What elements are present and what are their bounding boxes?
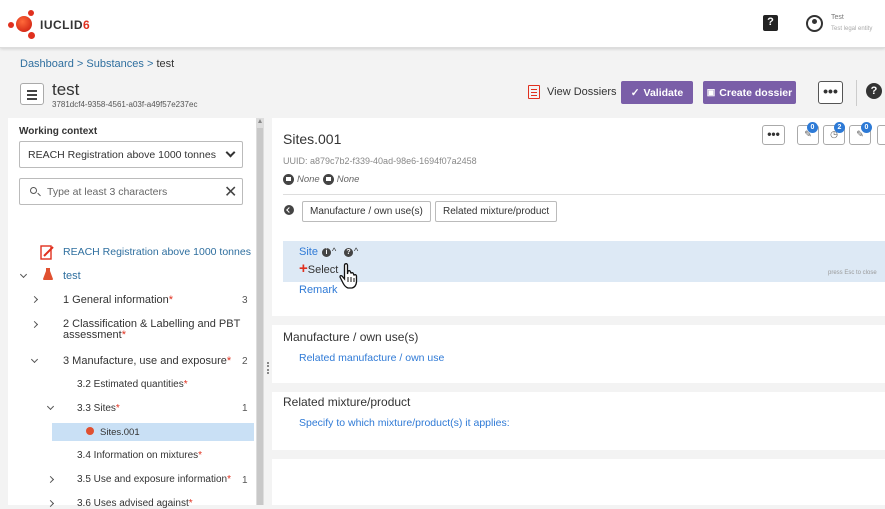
tree-count: 2 — [242, 356, 248, 367]
back-icon[interactable] — [284, 205, 294, 215]
validate-button[interactable]: ✓ Validate — [621, 81, 693, 104]
help-icon[interactable]: ? — [344, 248, 353, 257]
view-dossiers-button[interactable]: View Dossiers — [547, 86, 617, 98]
user-name[interactable]: Test — [831, 14, 844, 21]
caret-up-icon[interactable]: ^ — [354, 246, 358, 256]
breadcrumb: Dashboard > Substances > test — [20, 58, 175, 70]
section-gap — [272, 450, 885, 459]
tree-item-classification-labelling[interactable]: 2 Classification & Labelling and PBT asse… — [63, 319, 240, 341]
document-panel — [272, 118, 885, 505]
tree-count: 1 — [242, 475, 248, 486]
substance-icon — [43, 268, 53, 280]
history-badge: 2 — [834, 122, 845, 133]
tab-related-mixture-product[interactable]: Related mixture/product — [435, 201, 558, 222]
navigation-scrollbar[interactable] — [256, 118, 264, 505]
clear-icon[interactable]: ✕ — [224, 182, 237, 202]
plus-icon: + — [299, 260, 308, 277]
tree-item-sites-001[interactable] — [52, 423, 254, 441]
top-bar: IUCLID6 ? Test Test legal entity — [0, 0, 885, 48]
toolbar-extra-button[interactable] — [877, 125, 885, 145]
search-icon — [30, 187, 37, 194]
hand-cursor-icon — [339, 263, 358, 289]
section-related-mixture-product-title: Related mixture/product — [283, 395, 411, 409]
logo-text: IUCLID6 — [40, 18, 91, 32]
document-title: Sites.001 — [283, 131, 342, 147]
search-input[interactable]: Type at least 3 characters ✕ — [19, 178, 243, 205]
related-manufacture-own-use-field[interactable]: Related manufacture / own use — [299, 352, 444, 364]
substance-uuid: 3781dcf4-9358-4561-a03f-a49f57e237ec — [52, 100, 198, 109]
document-uuid: UUID: a879c7b2-f339-40ad-98e6-1694f07a24… — [283, 156, 477, 166]
help-icon[interactable]: ? — [763, 15, 778, 31]
page-title: test — [52, 80, 80, 99]
site-field-label: Site — [299, 246, 318, 258]
iuclid-logo[interactable]: IUCLID6 — [6, 10, 90, 40]
divider — [283, 194, 885, 195]
divider — [856, 80, 857, 106]
navigation-panel — [8, 118, 256, 505]
create-dossier-button[interactable]: ▣ Create dossier — [703, 81, 796, 104]
tree-item-general-information[interactable]: 1 General information* — [63, 294, 173, 306]
record-icon — [86, 427, 94, 435]
user-icon[interactable] — [806, 15, 823, 32]
document-more-button[interactable]: ••• — [762, 125, 785, 145]
tree-count: 1 — [242, 403, 248, 414]
breadcrumb-substances[interactable]: Substances — [86, 58, 143, 70]
working-context-label: Working context — [19, 126, 98, 137]
tree-item-uses-advised-against[interactable]: 3.6 Uses advised against* — [77, 498, 193, 509]
more-actions-button[interactable]: ••• — [818, 81, 843, 104]
breadcrumb-dashboard[interactable]: Dashboard — [20, 58, 74, 70]
dossier-icon[interactable] — [528, 85, 540, 99]
tab-manufacture-own-use[interactable]: Manufacture / own use(s) — [302, 201, 431, 222]
info-icon[interactable]: i — [322, 248, 331, 257]
tree-count: 3 — [242, 295, 248, 306]
tree-root-context[interactable]: REACH Registration above 1000 tonnes — [63, 246, 251, 258]
working-context-select[interactable]: REACH Registration above 1000 tonnes — [19, 141, 243, 168]
flag-icon — [283, 174, 294, 185]
section-manufacture-own-use-title: Manufacture / own use(s) — [283, 330, 419, 344]
question-icon[interactable]: ? — [866, 83, 882, 99]
esc-hint: press Esc to close — [828, 270, 877, 276]
chevron-down-icon — [225, 147, 236, 158]
tree-item-use-exposure-information[interactable]: 3.5 Use and exposure information* — [77, 474, 231, 485]
scroll-up-icon[interactable] — [258, 119, 262, 123]
tree-item-manufacture-use-exposure[interactable]: 3 Manufacture, use and exposure* — [63, 355, 231, 367]
tree-item-sites[interactable]: 3.3 Sites* — [77, 403, 120, 414]
section-gap — [272, 383, 885, 392]
section-gap — [272, 316, 885, 325]
iuclid-logo-mark — [6, 10, 38, 40]
attachments-badge: 0 — [807, 122, 818, 133]
mixture-product-applies-field[interactable]: Specify to which mixture/product(s) it a… — [299, 417, 510, 429]
breadcrumb-current: test — [156, 58, 175, 70]
caret-up-icon[interactable]: ^ — [332, 246, 336, 256]
tree-item-sites-001-label: Sites.001 — [100, 427, 140, 438]
site-field-row — [283, 241, 885, 282]
select-site-button[interactable]: +Select — [299, 260, 338, 277]
dossier-small-icon: ▣ — [706, 87, 716, 97]
search-placeholder: Type at least 3 characters — [47, 186, 168, 198]
remark-field-label[interactable]: Remark — [299, 284, 338, 296]
toggle-navigation-button[interactable] — [20, 83, 44, 105]
flag-icon — [322, 174, 334, 185]
validate-icon: ✓ — [630, 86, 640, 99]
tree-item-estimated-quantities[interactable]: 3.2 Estimated quantities* — [77, 379, 188, 390]
resize-handle[interactable] — [267, 362, 269, 374]
document-flags: None None — [283, 174, 359, 185]
edit-document-icon — [40, 245, 54, 260]
tree-item-information-on-mixtures[interactable]: 3.4 Information on mixtures* — [77, 450, 202, 461]
annotations-badge: 0 — [861, 122, 872, 133]
scrollbar-thumb[interactable] — [257, 128, 263, 505]
user-legal-entity: Test legal entity — [831, 26, 873, 32]
tree-item-substance[interactable]: test — [63, 270, 81, 282]
